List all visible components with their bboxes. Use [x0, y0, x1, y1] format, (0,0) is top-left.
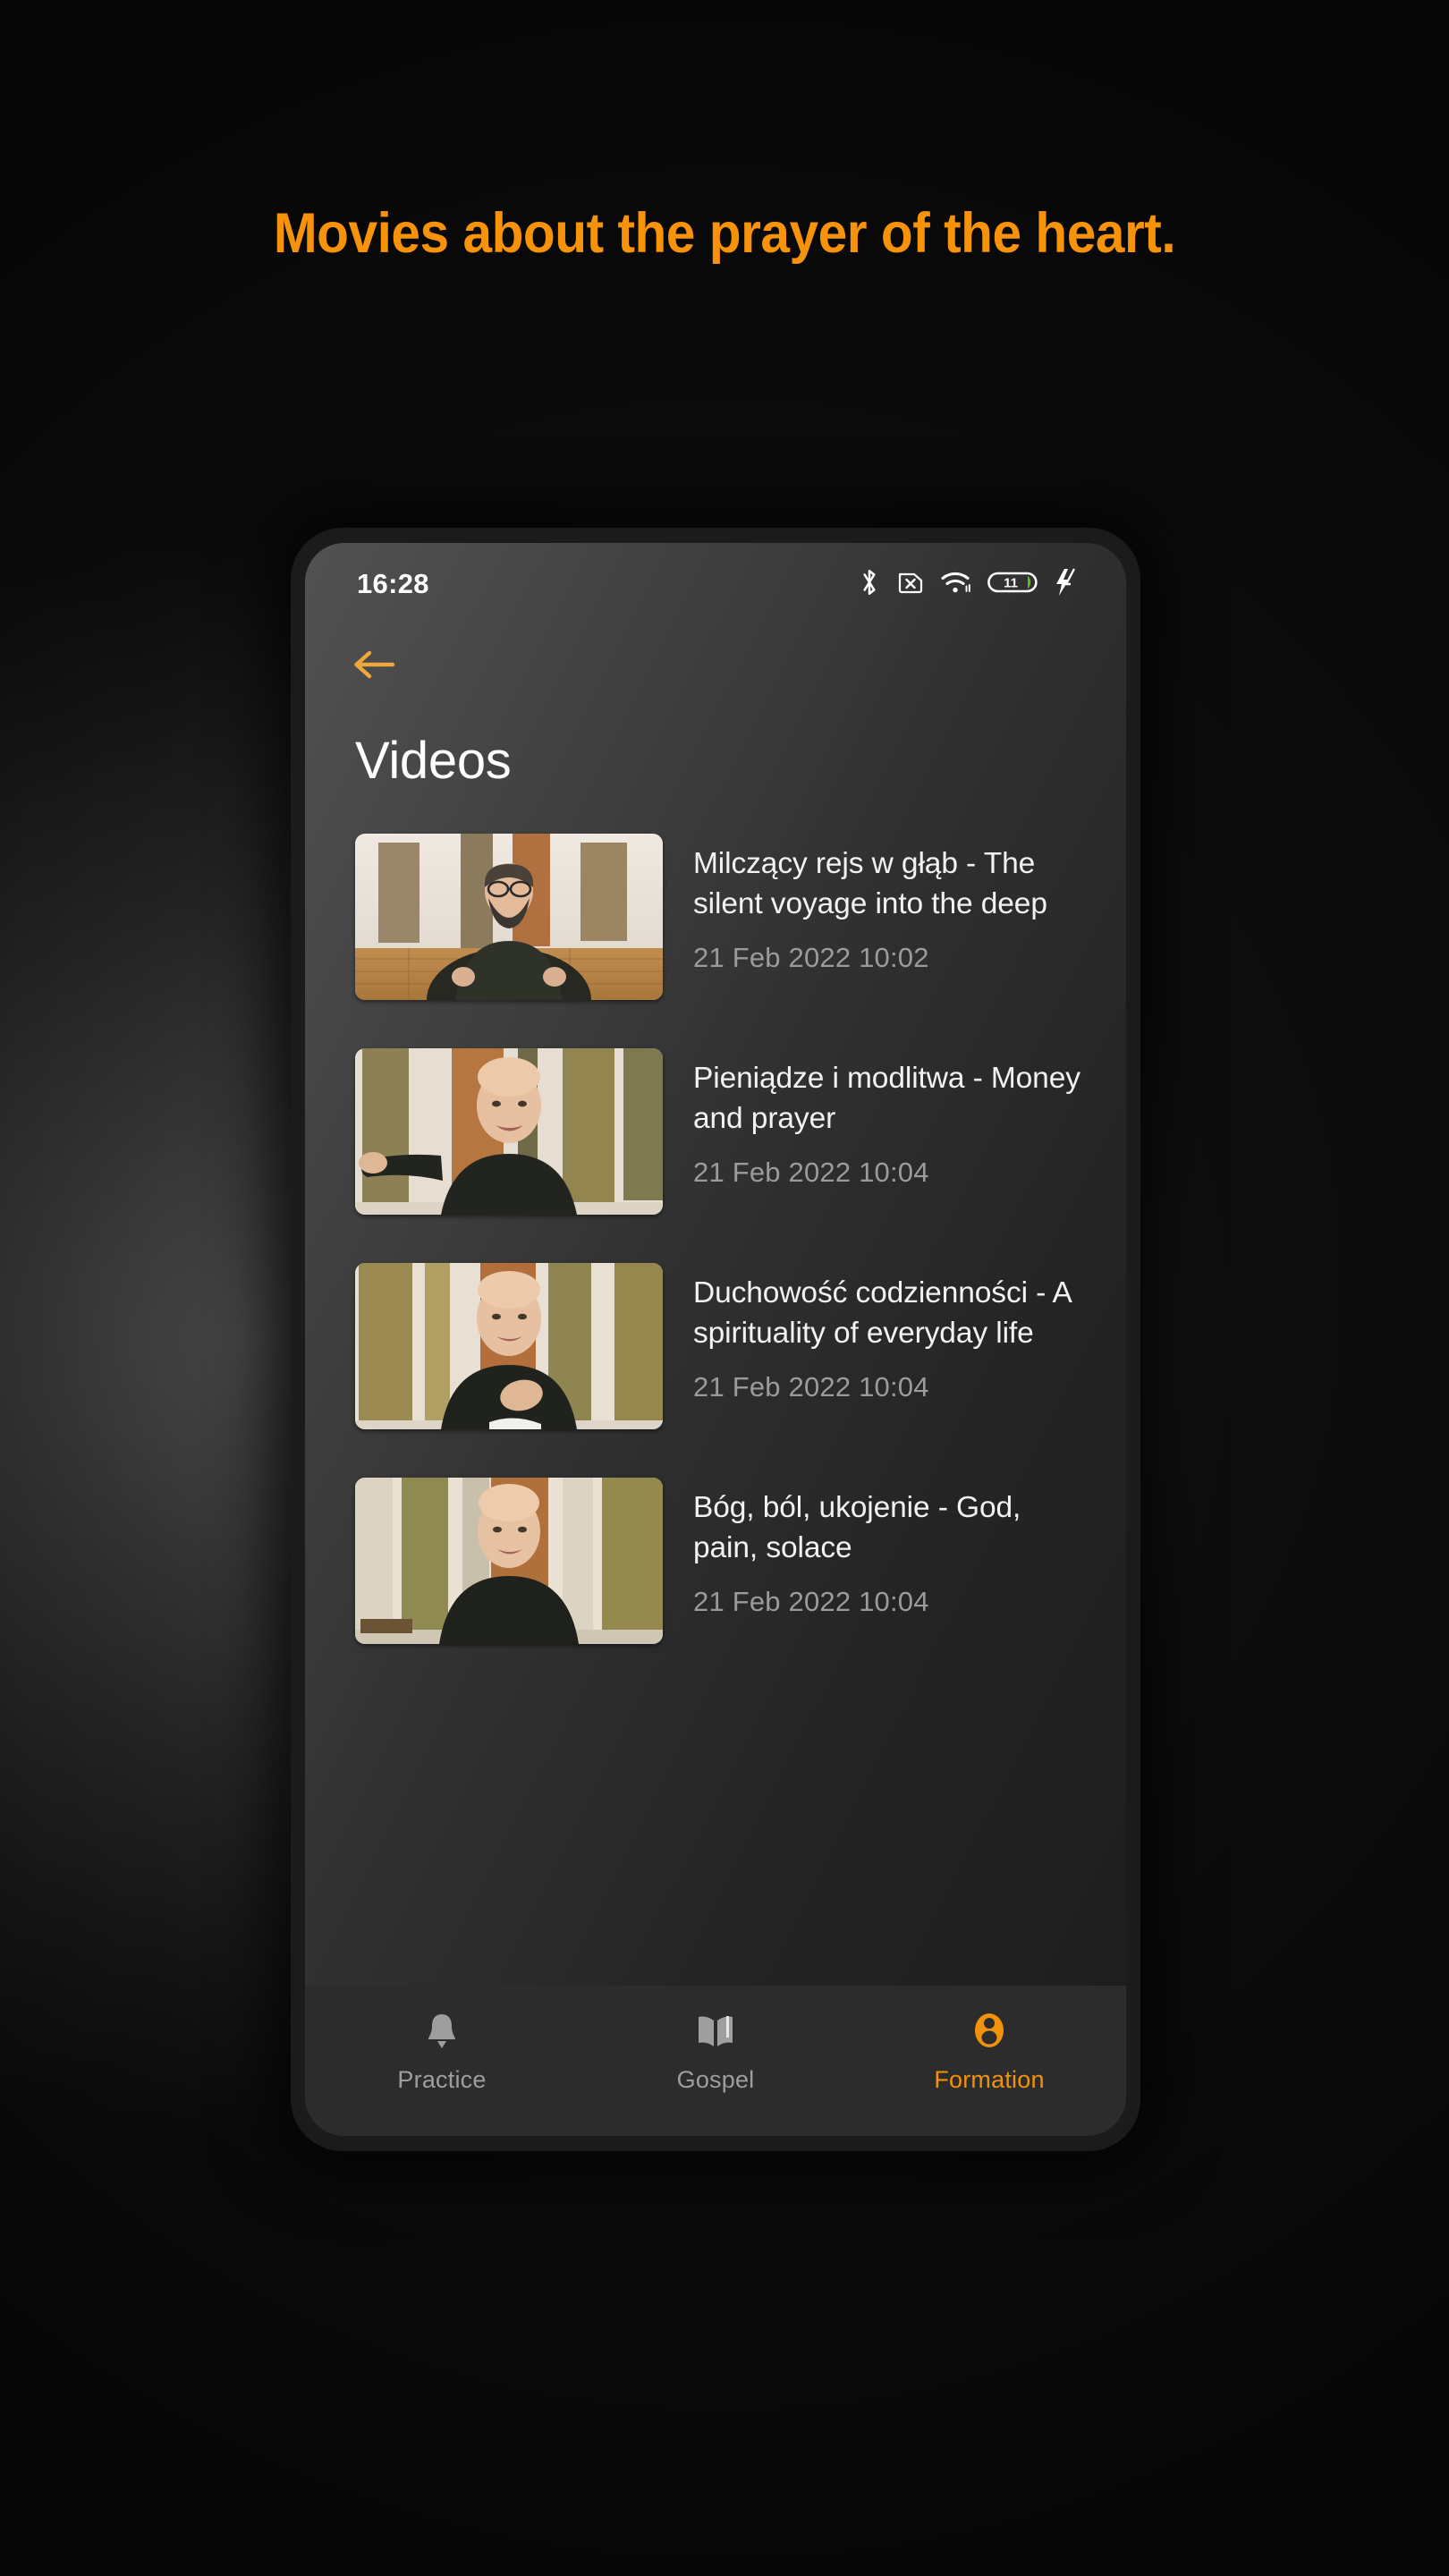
video-meta: 21 Feb 2022 10:04 — [693, 1157, 929, 1189]
video-list-item[interactable]: Milczący rejs w głąb - The silent voyage… — [305, 834, 1126, 1000]
video-title: Bóg, ból, ukojenie - God, pain, solace — [693, 1491, 1021, 1564]
video-list-item[interactable]: Pieniądze i modlitwa - Money and prayer … — [305, 1048, 1126, 1215]
video-title: Pieniądze i modlitwa - Money and prayer — [693, 1062, 1080, 1135]
video-title: Duchowość codzienności - A spirituality … — [693, 1276, 1071, 1350]
phone-screen: 16:28 11 Videos Milczący rejs w głąb - T… — [305, 543, 1126, 2136]
bottom-navigation: Practice Gospel Formation — [305, 1986, 1126, 2136]
video-thumbnail[interactable] — [355, 1263, 663, 1429]
video-thumbnail[interactable] — [355, 834, 663, 1000]
back-button[interactable] — [352, 638, 414, 693]
video-list-item[interactable]: Bóg, ból, ukojenie - God, pain, solace 2… — [305, 1478, 1126, 1644]
phone-mockup: 16:28 11 Videos Milczący rejs w głąb - T… — [291, 528, 1140, 2151]
status-icons: 11 — [858, 567, 1080, 602]
status-clock: 16:28 — [357, 568, 429, 599]
bell-icon — [420, 2009, 463, 2055]
video-text: Duchowość codzienności - A spirituality … — [663, 1263, 1090, 1403]
video-text: Pieniądze i modlitwa - Money and prayer … — [663, 1048, 1090, 1189]
video-text: Milczący rejs w głąb - The silent voyage… — [663, 834, 1090, 974]
video-meta: 21 Feb 2022 10:02 — [693, 942, 929, 974]
arrow-left-icon — [352, 647, 396, 685]
charging-bolt-icon — [1053, 567, 1080, 602]
video-thumbnail[interactable] — [355, 1048, 663, 1215]
battery-icon: 11 — [987, 568, 1038, 601]
sim-missing-icon — [896, 568, 925, 601]
nav-label-gospel: Gospel — [676, 2066, 755, 2093]
video-title: Milczący rejs w głąb - The silent voyage… — [693, 847, 1047, 920]
nav-item-gospel[interactable]: Gospel — [579, 2009, 852, 2094]
battery-level-text: 11 — [1004, 575, 1018, 590]
promo-headline: Movies about the prayer of the heart. — [273, 202, 1176, 265]
video-thumbnail[interactable] — [355, 1478, 663, 1644]
book-icon — [694, 2009, 737, 2055]
nav-label-formation: Formation — [934, 2066, 1045, 2093]
video-meta: 21 Feb 2022 10:04 — [693, 1586, 929, 1618]
nav-item-practice[interactable]: Practice — [305, 2009, 579, 2094]
video-text: Bóg, ból, ukojenie - God, pain, solace 2… — [663, 1478, 1090, 1618]
nav-item-formation[interactable]: Formation — [852, 2009, 1126, 2094]
bluetooth-icon — [858, 567, 881, 602]
wifi-icon — [940, 568, 972, 601]
video-list-item[interactable]: Duchowość codzienności - A spirituality … — [305, 1263, 1126, 1429]
nav-label-practice: Practice — [397, 2066, 487, 2093]
person-icon — [968, 2009, 1011, 2055]
app-bar: Videos — [305, 625, 1126, 791]
page-title: Videos — [355, 732, 512, 790]
video-list[interactable]: Milczący rejs w głąb - The silent voyage… — [305, 791, 1126, 1986]
video-meta: 21 Feb 2022 10:04 — [693, 1371, 929, 1403]
status-bar: 16:28 11 — [305, 543, 1126, 625]
